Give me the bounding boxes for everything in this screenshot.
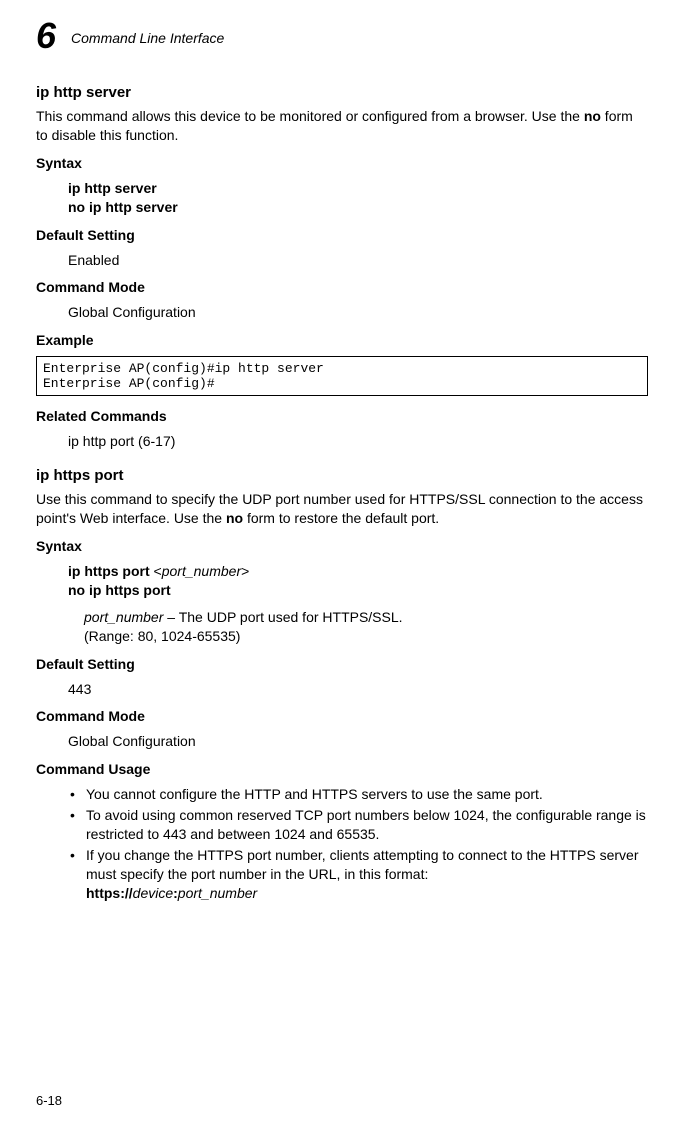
syntax-bold: ip https port: [68, 563, 154, 579]
syntax-line: ip https port <port_number>: [68, 562, 648, 581]
chapter-number: 6: [36, 18, 55, 54]
param-range: (Range: 80, 1024-65535): [84, 627, 648, 646]
syntax-line: no ip http server: [68, 198, 648, 217]
syntax-line: no ip https port: [68, 581, 648, 600]
command-mode-label: Command Mode: [36, 279, 648, 295]
command-mode-label: Command Mode: [36, 708, 648, 724]
url-port: port_number: [178, 885, 257, 901]
example-label: Example: [36, 332, 648, 348]
default-setting-label: Default Setting: [36, 656, 648, 672]
syntax-param: port_number: [162, 563, 241, 579]
url-device: device: [133, 885, 173, 901]
command-mode-value: Global Configuration: [68, 303, 648, 322]
default-setting-label: Default Setting: [36, 227, 648, 243]
command-description: Use this command to specify the UDP port…: [36, 490, 648, 528]
list-item: You cannot configure the HTTP and HTTPS …: [68, 785, 648, 804]
param-desc-text: – The UDP port used for HTTPS/SSL.: [163, 609, 402, 625]
page-header: 6 Command Line Interface: [36, 20, 648, 56]
default-setting-value: Enabled: [68, 251, 648, 270]
url-scheme: https://: [86, 885, 133, 901]
example-code-block: Enterprise AP(config)#ip http server Ent…: [36, 356, 648, 396]
command-heading-ip-https-port: ip https port: [36, 467, 648, 484]
default-setting-value: 443: [68, 680, 648, 699]
bullet-text: If you change the HTTPS port number, cli…: [86, 847, 639, 882]
syntax-label: Syntax: [36, 155, 648, 171]
command-heading-ip-http-server: ip http server: [36, 84, 648, 101]
syntax-line: ip http server: [68, 179, 648, 198]
param-name: port_number: [84, 609, 163, 625]
desc-bold: no: [226, 510, 243, 526]
page-number: 6-18: [36, 1093, 62, 1108]
param-description: port_number – The UDP port used for HTTP…: [84, 608, 648, 627]
list-item: To avoid using common reserved TCP port …: [68, 806, 648, 844]
list-item: If you change the HTTPS port number, cli…: [68, 846, 648, 903]
desc-bold: no: [584, 108, 601, 124]
related-commands-label: Related Commands: [36, 408, 648, 424]
header-title: Command Line Interface: [71, 30, 224, 46]
desc-text: This command allows this device to be mo…: [36, 108, 584, 124]
command-description: This command allows this device to be mo…: [36, 107, 648, 145]
usage-bullet-list: You cannot configure the HTTP and HTTPS …: [68, 785, 648, 902]
command-usage-label: Command Usage: [36, 761, 648, 777]
desc-text: form to restore the default port.: [243, 510, 439, 526]
command-mode-value: Global Configuration: [68, 732, 648, 751]
angle-bracket: >: [241, 563, 249, 579]
angle-bracket: <: [154, 563, 162, 579]
related-commands-value: ip http port (6-17): [68, 432, 648, 451]
syntax-label: Syntax: [36, 538, 648, 554]
